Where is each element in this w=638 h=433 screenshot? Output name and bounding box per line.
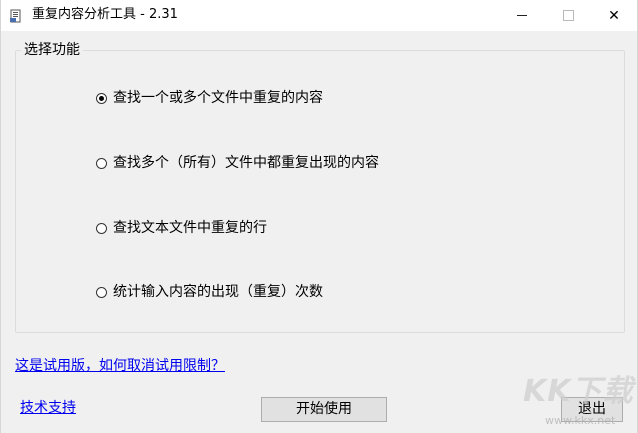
option-find-duplicate-lines[interactable]: 查找文本文件中重复的行	[96, 218, 267, 238]
groupbox-title: 选择功能	[21, 42, 83, 58]
app-window: 重复内容分析工具 - 2.31 ✕ 选择功能 查找一个或多个文件中重复的内容 查…	[0, 0, 638, 433]
maximize-button	[545, 0, 591, 31]
option-label: 查找多个（所有）文件中都重复出现的内容	[113, 155, 379, 171]
option-label: 统计输入内容的出现（重复）次数	[113, 284, 323, 300]
window-title: 重复内容分析工具 - 2.31	[32, 7, 178, 22]
radio-button[interactable]	[96, 222, 107, 234]
exit-button[interactable]: 退出	[561, 397, 623, 422]
start-button[interactable]: 开始使用	[261, 397, 387, 422]
radio-button[interactable]	[96, 157, 107, 169]
option-label: 查找一个或多个文件中重复的内容	[113, 90, 323, 106]
maximize-icon	[562, 10, 574, 21]
option-label: 查找文本文件中重复的行	[113, 220, 267, 236]
tech-support-link[interactable]: 技术支持	[20, 399, 76, 417]
option-count-occurrences[interactable]: 统计输入内容的出现（重复）次数	[96, 282, 323, 302]
trial-info-link[interactable]: 这是试用版，如何取消试用限制？	[15, 357, 225, 375]
title-bar[interactable]: 重复内容分析工具 - 2.31 ✕	[1, 0, 637, 31]
close-button[interactable]: ✕	[591, 0, 637, 31]
close-icon: ✕	[608, 7, 620, 24]
option-find-duplicates-in-files[interactable]: 查找一个或多个文件中重复的内容	[96, 88, 323, 108]
radio-button[interactable]	[96, 286, 107, 298]
app-icon	[9, 8, 23, 23]
minimize-button[interactable]	[499, 0, 545, 31]
radio-button-checked[interactable]	[96, 92, 107, 104]
minimize-icon	[517, 15, 527, 16]
option-find-common-content[interactable]: 查找多个（所有）文件中都重复出现的内容	[96, 153, 379, 173]
